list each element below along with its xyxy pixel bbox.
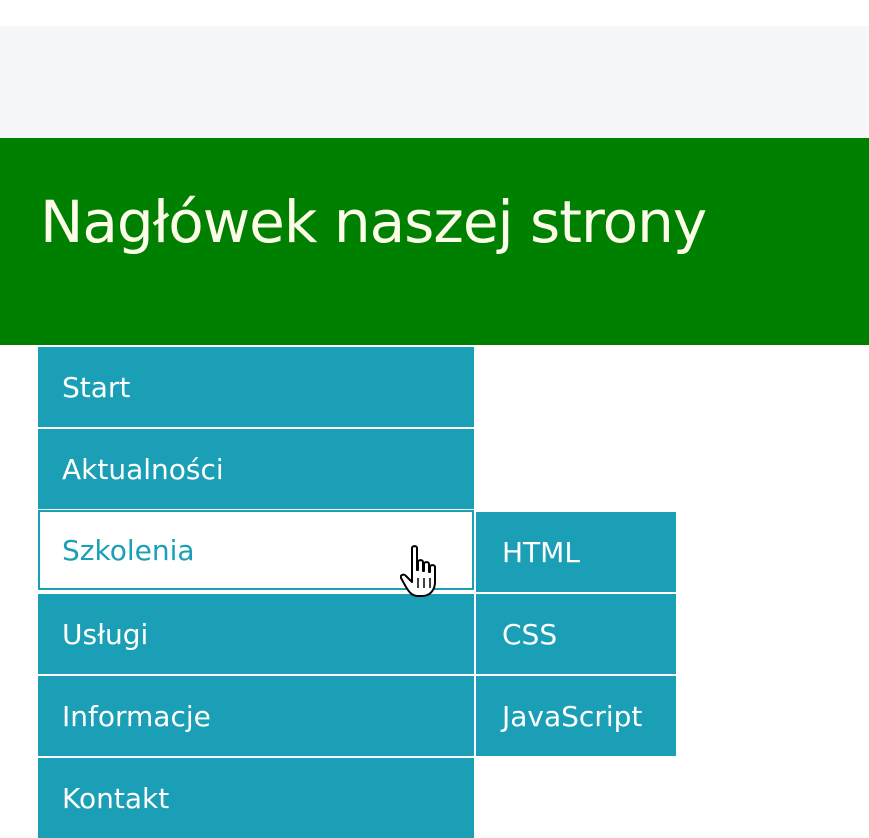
menu-item-informacje[interactable]: Informacje bbox=[38, 676, 474, 756]
hand-pointer-icon bbox=[400, 545, 436, 597]
top-strip bbox=[0, 0, 869, 26]
page-title: Nagłówek naszej strony bbox=[40, 188, 707, 256]
menu-item-kontakt[interactable]: Kontakt bbox=[38, 758, 474, 838]
top-band bbox=[0, 26, 869, 138]
menu-item-aktualnosci[interactable]: Aktualności bbox=[38, 429, 474, 509]
menu-item-uslugi[interactable]: Usługi bbox=[38, 594, 474, 674]
submenu-item-html[interactable]: HTML bbox=[476, 512, 676, 592]
submenu-item-javascript[interactable]: JavaScript bbox=[476, 676, 676, 756]
page-header: Nagłówek naszej strony bbox=[0, 138, 869, 345]
submenu-item-css[interactable]: CSS bbox=[476, 594, 676, 674]
menu-item-start[interactable]: Start bbox=[38, 347, 474, 427]
